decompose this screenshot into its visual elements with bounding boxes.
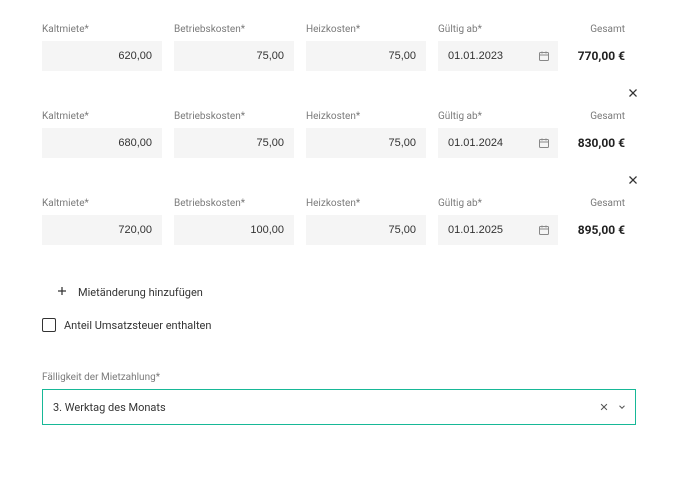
- gueltig-ab-label: Gültig ab*: [438, 198, 558, 209]
- betriebskosten-label: Betriebskosten*: [174, 111, 294, 122]
- heizkosten-label: Heizkosten*: [306, 198, 426, 209]
- betriebskosten-label: Betriebskosten*: [174, 24, 294, 35]
- kaltmiete-label: Kaltmiete*: [42, 111, 162, 122]
- add-rent-change-label: Mietänderung hinzufügen: [78, 286, 203, 299]
- remove-rent-button[interactable]: [622, 83, 644, 105]
- betriebskosten-label: Betriebskosten*: [174, 198, 294, 209]
- heizkosten-input[interactable]: [306, 128, 426, 158]
- payment-due-value: 3. Werktag des Monats: [53, 401, 166, 414]
- rent-block: Kaltmiete* Betriebskosten* Heizkosten* Gült…: [42, 111, 636, 158]
- rent-block: Kaltmiete* Betriebskosten* Heizkosten* Gült…: [42, 24, 636, 71]
- gesamt-label: Gesamt: [570, 198, 625, 209]
- remove-rent-button[interactable]: [622, 170, 644, 192]
- heizkosten-input[interactable]: [306, 41, 426, 71]
- heizkosten-input[interactable]: [306, 215, 426, 245]
- plus-icon: [56, 285, 68, 300]
- gesamt-value: 895,00 €: [570, 215, 625, 245]
- betriebskosten-input[interactable]: [174, 41, 294, 71]
- kaltmiete-input[interactable]: [42, 215, 162, 245]
- calendar-icon[interactable]: [538, 50, 550, 62]
- betriebskosten-input[interactable]: [174, 215, 294, 245]
- kaltmiete-input[interactable]: [42, 41, 162, 71]
- calendar-icon[interactable]: [538, 137, 550, 149]
- gueltig-ab-label: Gültig ab*: [438, 111, 558, 122]
- gueltig-ab-label: Gültig ab*: [438, 24, 558, 35]
- clear-select-icon[interactable]: [599, 402, 609, 412]
- calendar-icon[interactable]: [538, 224, 550, 236]
- gesamt-label: Gesamt: [570, 24, 625, 35]
- close-icon: [627, 174, 639, 189]
- betriebskosten-input[interactable]: [174, 128, 294, 158]
- vat-included-label: Anteil Umsatzsteuer enthalten: [64, 319, 211, 332]
- heizkosten-label: Heizkosten*: [306, 111, 426, 122]
- vat-included-checkbox[interactable]: [42, 318, 56, 332]
- kaltmiete-input[interactable]: [42, 128, 162, 158]
- rent-block: Kaltmiete* Betriebskosten* Heizkosten* Gült…: [42, 198, 636, 245]
- close-icon: [627, 87, 639, 102]
- chevron-down-icon[interactable]: [617, 402, 627, 412]
- payment-due-label: Fälligkeit der Mietzahlung*: [42, 372, 636, 383]
- payment-due-select[interactable]: 3. Werktag des Monats: [42, 389, 636, 425]
- kaltmiete-label: Kaltmiete*: [42, 24, 162, 35]
- kaltmiete-label: Kaltmiete*: [42, 198, 162, 209]
- gesamt-value: 770,00 €: [570, 41, 625, 71]
- gesamt-label: Gesamt: [570, 111, 625, 122]
- gesamt-value: 830,00 €: [570, 128, 625, 158]
- add-rent-change-button[interactable]: Mietänderung hinzufügen: [56, 285, 636, 300]
- heizkosten-label: Heizkosten*: [306, 24, 426, 35]
